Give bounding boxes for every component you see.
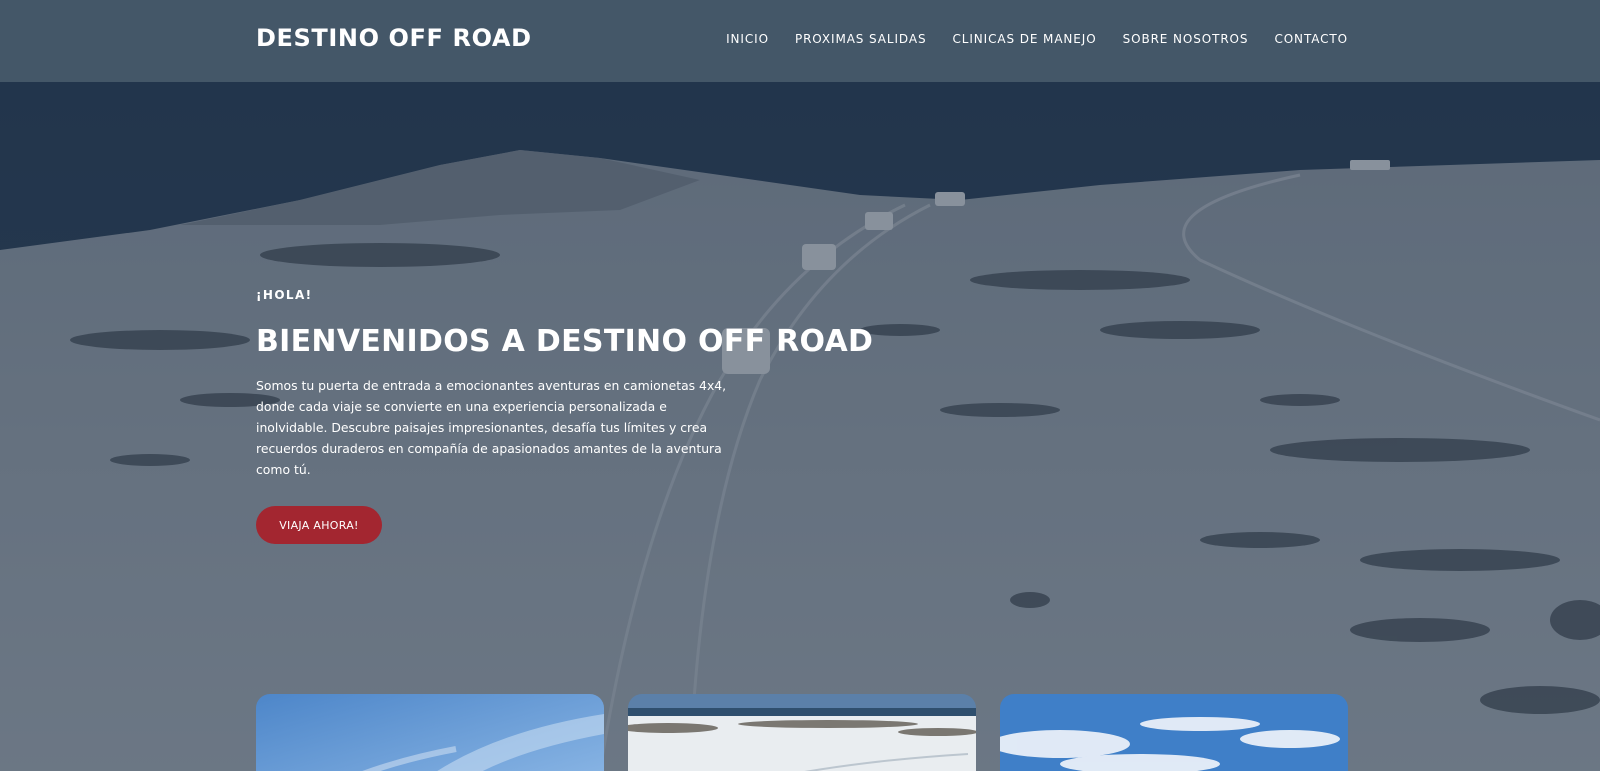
card-photo-sky (256, 694, 604, 771)
viaja-ahora-button[interactable]: VIAJA AHORA! (256, 506, 382, 544)
main-nav: INICIO PROXIMAS SALIDAS CLINICAS DE MANE… (726, 32, 1348, 46)
nav-link-inicio[interactable]: INICIO (726, 32, 769, 46)
card-photo-snow-field (628, 694, 976, 771)
hero-description: Somos tu puerta de entrada a emocionante… (256, 378, 727, 477)
nav-link-clinicas-de-manejo[interactable]: CLINICAS DE MANEJO (952, 32, 1096, 46)
nav-link-proximas-salidas[interactable]: PROXIMAS SALIDAS (795, 32, 927, 46)
site-header: DESTINO OFF ROAD INICIO PROXIMAS SALIDAS… (0, 0, 1600, 82)
brand-logo-link[interactable]: DESTINO OFF ROAD (256, 24, 532, 52)
page: DESTINO OFF ROAD INICIO PROXIMAS SALIDAS… (0, 0, 1600, 771)
hero-section: ¡HOLA! BIENVENIDOS A DESTINO OFF ROAD So… (256, 288, 874, 544)
hero-title: BIENVENIDOS A DESTINO OFF ROAD (256, 324, 874, 359)
trip-cards (256, 694, 1348, 771)
nav-link-contacto[interactable]: CONTACTO (1274, 32, 1348, 46)
card-photo-clouds (1000, 694, 1348, 771)
hero-kicker: ¡HOLA! (256, 288, 313, 302)
trip-card-image-2[interactable] (628, 694, 976, 771)
trip-card-image-1[interactable] (256, 694, 604, 771)
trip-card-image-3[interactable] (1000, 694, 1348, 771)
nav-link-sobre-nosotros[interactable]: SOBRE NOSOTROS (1123, 32, 1249, 46)
